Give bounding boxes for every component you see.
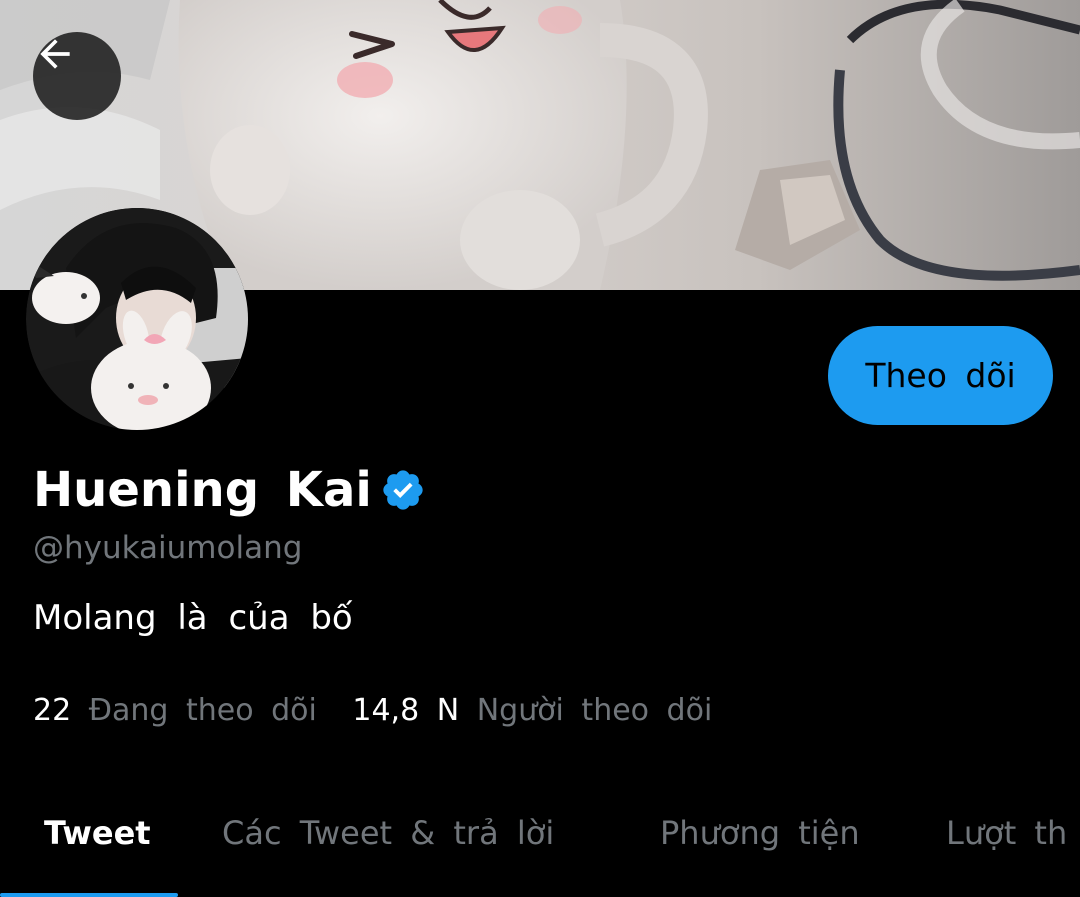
display-name: Huening Kai [33,462,426,518]
follow-button-label: Theo dõi [865,356,1016,395]
tab-likes[interactable]: Lượt th [946,814,1067,852]
avatar-image [26,208,248,430]
following-label[interactable]: Đang theo dõi [89,693,317,728]
handle: @hyukaiumolang [33,530,303,566]
verified-badge-icon[interactable] [380,467,426,513]
display-name-text: Huening Kai [33,462,372,518]
tab-tweets[interactable]: Tweet [44,814,151,852]
profile-tabs: Tweet Các Tweet & trả lời Phương tiện Lư… [0,780,1080,897]
followers-count[interactable]: 14,8 N [352,693,459,728]
bio: Molang là của bố [33,598,353,638]
tab-media[interactable]: Phương tiện [660,814,860,852]
follow-button[interactable]: Theo dõi [828,326,1053,425]
profile-stats: 22 Đang theo dõi 14,8 N Người theo dõi [33,693,730,728]
back-button[interactable] [33,32,121,120]
arrow-left-icon [40,39,70,69]
followers-label[interactable]: Người theo dõi [477,693,713,728]
following-count[interactable]: 22 [33,693,71,728]
tab-tweets-replies[interactable]: Các Tweet & trả lời [222,814,554,852]
active-tab-indicator [0,893,178,897]
avatar[interactable] [26,208,248,430]
profile-page: Theo dõi Huening Kai @hyukaiumolang Mola… [0,0,1080,897]
